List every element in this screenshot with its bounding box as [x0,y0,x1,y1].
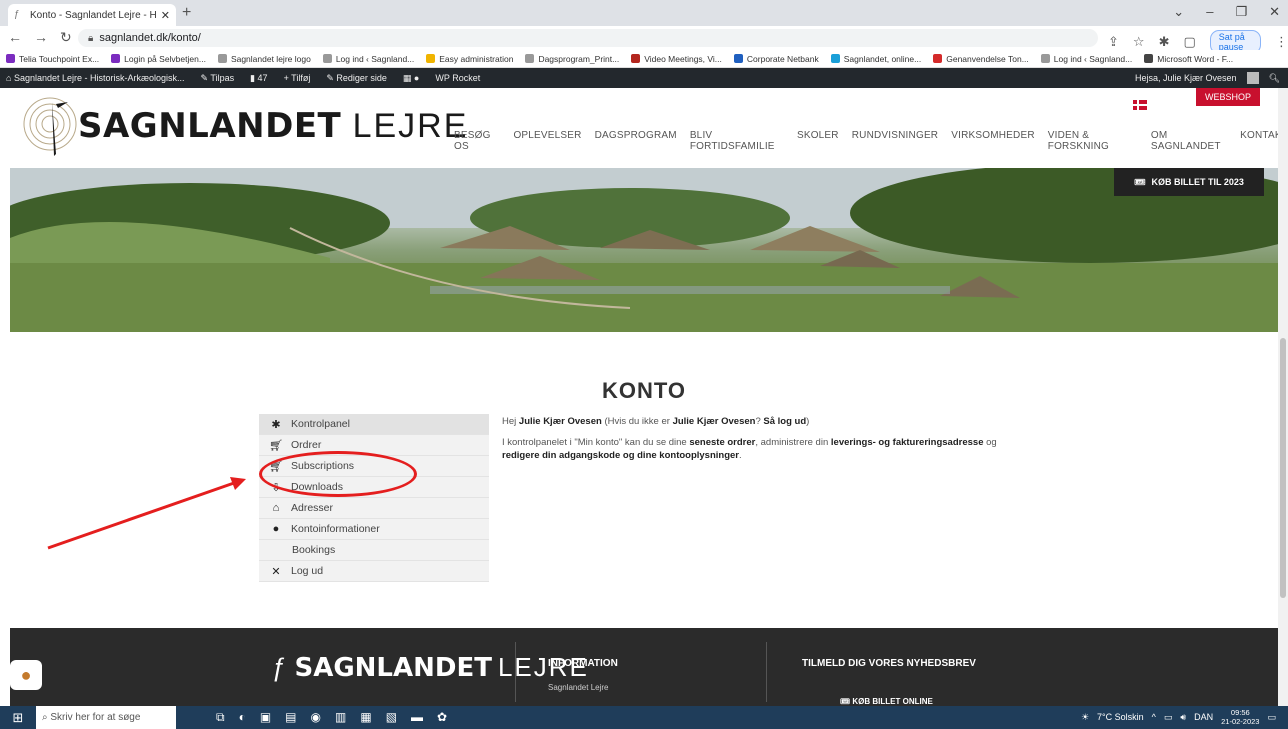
annotation-arrow [47,477,246,550]
network-icon[interactable]: ▭ [1164,712,1173,723]
footer-logo-tree-icon: ƒ [272,652,289,682]
chrome-icon[interactable]: ◉ [311,710,321,725]
page-scrollbar[interactable] [1278,88,1288,706]
footer-divider [515,642,516,702]
edge-icon[interactable]: ◐ [239,710,246,725]
windows-taskbar: ⊞ ⌕ Skriv her for at søge ⧉ ◐ ▣ ▤ ◉ ▥ ▦ … [0,706,1288,729]
system-tray: ☀︎ 7°C Solskin ^ ▭ 🔊︎ DAN 09:56 21-02-20… [1081,708,1276,726]
app-icon[interactable]: ▥ [335,710,346,725]
footer-divider [766,642,767,702]
volume-icon[interactable]: 🔊︎ [1180,712,1186,723]
footer-buy-ticket-button[interactable]: 🎟︎ KØB BILLET ONLINE [840,697,933,706]
windows-start-icon[interactable]: ⊞ [0,710,36,726]
tray-expand-icon[interactable]: ^ [1152,712,1156,722]
word-icon[interactable]: ▤ [285,710,296,725]
search-icon: ⌕ [42,712,51,723]
weather-icon[interactable]: ☀︎ [1081,712,1089,723]
footer-info-link[interactable]: Sagnlandet Lejre [548,683,609,692]
teams-icon[interactable]: ✿ [437,710,447,725]
taskbar-apps: ⧉ ◐ ▣ ▤ ◉ ▥ ▦ ▧ ▬ ✿ [216,710,447,725]
cookie-settings-icon[interactable]: ● [10,660,42,690]
task-view-icon[interactable]: ⧉ [216,710,225,725]
footer-newsletter-heading: TILMELD DIG VORES NYHEDSBREV [802,658,976,669]
weather-text[interactable]: 7°C Solskin [1097,712,1144,722]
footer-logo[interactable]: ƒ SAGNLANDET LEJRE [272,652,589,683]
taskbar-search-input[interactable]: ⌕ Skriv her for at søge [36,706,176,729]
outlook-icon[interactable]: ▣ [260,710,271,725]
notifications-icon[interactable]: ▭ [1267,712,1276,723]
language-indicator[interactable]: DAN [1194,712,1213,722]
file-explorer-icon[interactable]: ▬ [411,710,423,725]
clock[interactable]: 09:56 21-02-2023 [1221,708,1259,726]
excel-icon[interactable]: ▧ [386,710,397,725]
chart-app-icon[interactable]: ▦ [360,710,371,725]
footer-info-heading: INFORMATION [548,658,618,669]
site-footer: ● ƒ SAGNLANDET LEJRE INFORMATION Sagnlan… [10,628,1288,706]
scrollbar-thumb[interactable] [1280,338,1286,598]
